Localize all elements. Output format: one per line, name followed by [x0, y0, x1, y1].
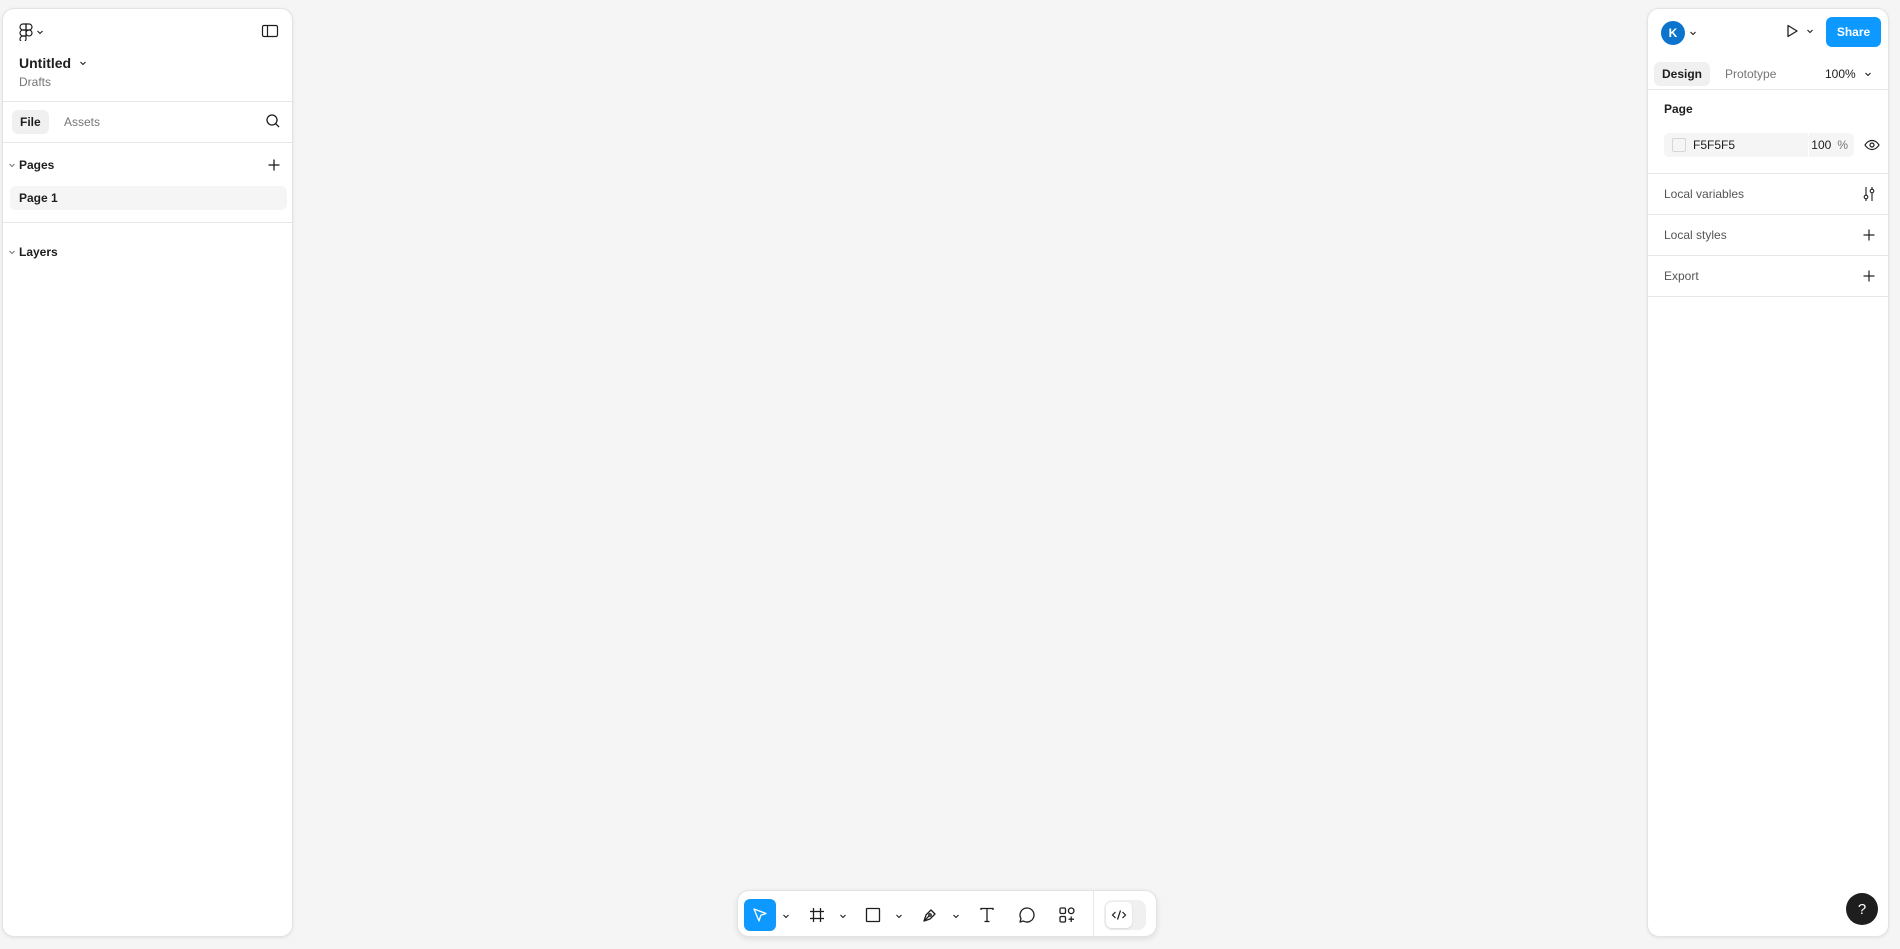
add-page-button[interactable]: [267, 158, 281, 172]
left-panel-tabs: File Assets: [3, 102, 292, 143]
open-variables-button[interactable]: [1862, 186, 1876, 202]
frame-icon: [808, 906, 826, 924]
file-location-link[interactable]: Drafts: [19, 75, 51, 89]
local-styles-label[interactable]: Local styles: [1664, 228, 1727, 242]
zoom-dropdown[interactable]: 100%: [1825, 67, 1872, 81]
sliders-icon: [1862, 186, 1876, 202]
present-button[interactable]: [1784, 23, 1814, 39]
opacity-value: 100: [1811, 138, 1832, 152]
main-menu-button[interactable]: [19, 23, 44, 41]
chevron-down-icon: [8, 161, 16, 169]
plus-icon: [1862, 228, 1876, 242]
divider: [3, 222, 292, 223]
divider: [1648, 296, 1888, 297]
divider: [1648, 89, 1888, 90]
frame-tool[interactable]: [801, 899, 833, 931]
right-sidebar: K Share Design Prototype 100% Page F5F5F…: [1647, 8, 1889, 937]
pen-icon: [921, 906, 939, 924]
comment-icon: [1018, 906, 1036, 924]
actions-tool[interactable]: [1051, 899, 1083, 931]
opacity-field[interactable]: 100 %: [1808, 133, 1854, 157]
text-icon: [978, 906, 996, 924]
rectangle-tool-chevron-down-icon[interactable]: [895, 912, 903, 920]
user-menu-button[interactable]: K: [1661, 21, 1697, 45]
text-tool[interactable]: [971, 899, 1003, 931]
layers-label: Layers: [19, 245, 58, 259]
color-swatch[interactable]: [1672, 138, 1686, 152]
share-button[interactable]: Share: [1826, 17, 1881, 47]
left-sidebar: Untitled Drafts File Assets Pages Page 1…: [2, 8, 293, 937]
divider: [1648, 173, 1888, 174]
right-panel-tabs: Design Prototype 100%: [1648, 54, 1888, 89]
tab-file[interactable]: File: [12, 110, 49, 134]
chevron-down-icon: [1864, 70, 1872, 78]
file-title: Untitled: [19, 55, 72, 71]
add-style-button[interactable]: [1862, 228, 1876, 242]
sidebar-icon: [261, 23, 279, 39]
actions-icon: [1058, 906, 1076, 924]
chevron-down-icon: [36, 28, 44, 36]
divider: [1648, 255, 1888, 256]
comment-tool[interactable]: [1011, 899, 1043, 931]
play-icon: [1784, 23, 1800, 39]
file-header: Untitled Drafts: [3, 9, 292, 102]
avatar: K: [1661, 21, 1685, 45]
help-button[interactable]: ?: [1846, 893, 1878, 925]
frame-tool-chevron-down-icon[interactable]: [839, 912, 847, 920]
pen-tool-chevron-down-icon[interactable]: [952, 912, 960, 920]
zoom-value: 100%: [1825, 67, 1856, 81]
plus-icon: [1862, 269, 1876, 283]
tab-assets[interactable]: Assets: [56, 110, 108, 134]
tab-design[interactable]: Design: [1654, 62, 1711, 86]
bottom-toolbar: [737, 890, 1157, 938]
page-item-label: Page 1: [19, 191, 58, 205]
rectangle-tool[interactable]: [857, 899, 889, 931]
move-tool-chevron-down-icon[interactable]: [782, 912, 790, 920]
move-tool[interactable]: [744, 899, 776, 931]
chevron-down-icon: [8, 248, 16, 256]
code-icon: [1111, 909, 1127, 921]
dev-mode-toggle[interactable]: [1104, 900, 1146, 930]
toggle-sidebar-button[interactable]: [261, 23, 279, 39]
toolbar-divider: [1093, 891, 1094, 938]
divider: [1648, 214, 1888, 215]
visibility-toggle[interactable]: [1864, 139, 1880, 151]
local-variables-label[interactable]: Local variables: [1664, 187, 1744, 201]
color-hex-value[interactable]: F5F5F5: [1693, 138, 1793, 152]
search-button[interactable]: [265, 113, 281, 129]
cursor-icon: [751, 906, 769, 924]
layers-section-header[interactable]: Layers: [3, 242, 292, 262]
chevron-down-icon: [1689, 29, 1697, 37]
rectangle-icon: [864, 906, 882, 924]
eye-icon: [1864, 139, 1880, 151]
search-icon: [265, 113, 281, 129]
help-label: ?: [1857, 900, 1867, 918]
pages-label: Pages: [19, 158, 55, 172]
tab-prototype[interactable]: Prototype: [1717, 62, 1784, 86]
plus-icon: [267, 158, 281, 172]
add-export-button[interactable]: [1862, 269, 1876, 283]
chevron-down-icon: [79, 59, 87, 67]
page-list-item[interactable]: Page 1: [10, 186, 287, 210]
page-background-field[interactable]: F5F5F5 100 %: [1664, 133, 1854, 157]
dev-mode-knob: [1106, 902, 1132, 928]
figma-logo-icon: [19, 23, 33, 41]
opacity-unit: %: [1837, 138, 1848, 152]
chevron-down-icon: [1806, 27, 1814, 35]
pen-tool[interactable]: [914, 899, 946, 931]
export-label[interactable]: Export: [1664, 269, 1699, 283]
file-name-dropdown[interactable]: Untitled: [19, 55, 87, 71]
pages-section-header[interactable]: Pages: [3, 155, 292, 175]
page-section-title: Page: [1664, 102, 1693, 116]
